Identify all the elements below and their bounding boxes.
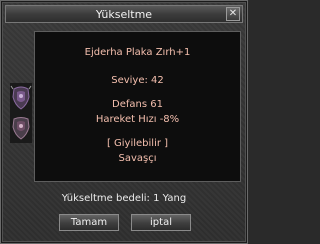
item-name: Ejderha Plaka Zırh+1 <box>84 47 191 58</box>
close-button[interactable]: ✕ <box>226 7 240 21</box>
item-class: Savaşçı <box>118 153 157 164</box>
upgrade-window: Yükseltme ✕ Ejderha Plaka Zırh+1 Seviye:… <box>0 0 248 244</box>
item-defense: Defans 61 <box>112 99 163 110</box>
item-wearable: [ Giyilebilir ] <box>106 138 169 149</box>
item-tooltip-panel: Ejderha Plaka Zırh+1 Seviye: 42 Defans 6… <box>34 31 241 182</box>
armor-slot-bottom-icon[interactable] <box>10 115 32 143</box>
window-title: Yükseltme <box>95 8 153 21</box>
item-move-speed: Hareket Hızı -8% <box>95 114 180 125</box>
cancel-button[interactable]: iptal <box>131 214 191 231</box>
item-level: Seviye: 42 <box>111 75 164 86</box>
upgrade-cost: Yükseltme bedeli: 1 Yang <box>61 193 187 204</box>
armor-slot-top-icon[interactable] <box>10 83 32 115</box>
ok-button[interactable]: Tamam <box>59 214 119 231</box>
title-bar[interactable]: Yükseltme ✕ <box>5 5 243 23</box>
